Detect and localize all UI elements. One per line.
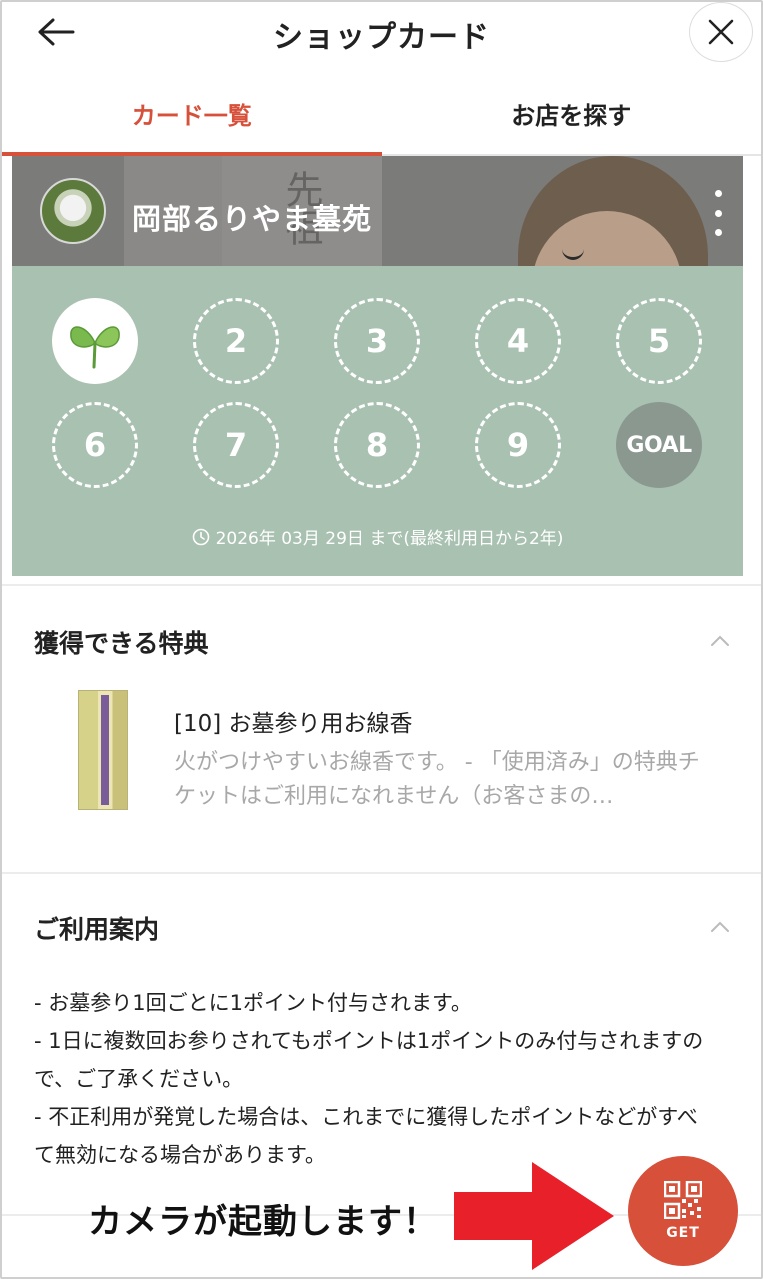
stamp-7: 7 [193, 402, 279, 488]
app-frame: ショップカード カード一覧 お店を探す 先祖 岡部るりやま墓苑 2 3 4 5 … [0, 0, 763, 1279]
sprout-icon [70, 326, 120, 369]
camera-callout: カメラが起動します！ [88, 1202, 438, 1242]
stamp-6: 6 [52, 402, 138, 488]
guide-text: - お墓参り1回ごとに1ポイント付与されます。 - 1日に複数回お参りされてもポ… [34, 984, 704, 1174]
shop-card[interactable]: 先祖 岡部るりやま墓苑 2 3 4 5 6 7 8 9 GOAL 2026年 0… [12, 156, 743, 576]
reward-image [78, 690, 128, 810]
stamp-8: 8 [334, 402, 420, 488]
guide-line: - お墓参り1回ごとに1ポイント付与されます。 [34, 991, 472, 1015]
stamp-9: 9 [475, 402, 561, 488]
guide-line: - 1日に複数回お参りされてもポイントは1ポイントのみ付与されますので、ご了承く… [34, 1029, 704, 1091]
stamp-goal: GOAL [616, 402, 702, 488]
get-label: GET [666, 1225, 700, 1241]
tab-find-shop[interactable]: お店を探す [382, 72, 762, 154]
get-qr-button[interactable]: GET [628, 1156, 738, 1266]
more-dot-icon [714, 209, 722, 217]
red-arrow-icon [454, 1162, 614, 1270]
divider [2, 584, 761, 586]
stamp-4: 4 [475, 298, 561, 384]
more-options-button[interactable] [709, 190, 727, 236]
close-button[interactable] [689, 2, 753, 62]
shop-name: 岡部るりやま墓苑 [132, 202, 373, 236]
shop-avatar [40, 178, 106, 244]
page-title: ショップカード [273, 20, 490, 55]
header: ショップカード [2, 2, 761, 64]
close-icon [708, 19, 734, 45]
tab-card-list[interactable]: カード一覧 [2, 72, 382, 156]
reward-title[interactable]: [10] お墓参り用お線香 [174, 704, 413, 738]
expiry-text: 2026年 03月 29日 まで(最終利用日から2年) [215, 529, 564, 549]
chevron-up-icon[interactable] [709, 632, 731, 648]
stamp-5: 5 [616, 298, 702, 384]
reward-description: 火がつけやすいお線香です。 - 「使用済み」の特典チケットはご利用になれません（… [174, 750, 700, 809]
clock-icon [192, 528, 209, 545]
guide-title: ご利用案内 [34, 915, 160, 944]
stamp-1 [52, 298, 138, 384]
stamp-3: 3 [334, 298, 420, 384]
more-dot-icon [714, 229, 722, 236]
more-dot-icon [714, 190, 722, 197]
expiry-row: 2026年 03月 29日 まで(最終利用日から2年) [12, 524, 743, 549]
stamp-2: 2 [193, 298, 279, 384]
card-banner: 先祖 岡部るりやま墓苑 [12, 156, 743, 266]
chevron-up-icon[interactable] [709, 918, 731, 934]
divider [2, 872, 761, 874]
rewards-title: 獲得できる特典 [34, 629, 209, 658]
qr-code-icon [664, 1181, 702, 1219]
tab-bar: カード一覧 お店を探す [2, 72, 761, 156]
